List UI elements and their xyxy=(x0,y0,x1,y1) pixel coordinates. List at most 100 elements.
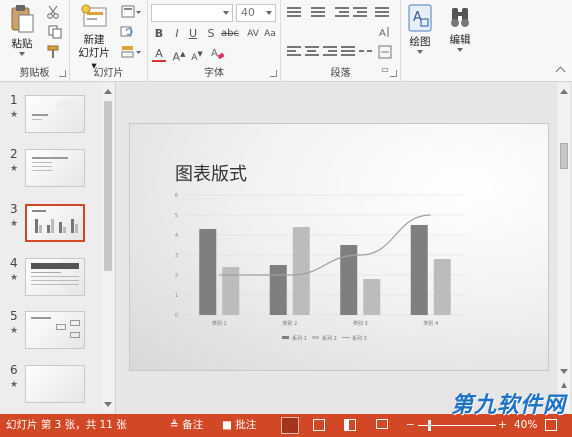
y-tick-label: 2 xyxy=(175,273,178,279)
char-spacing-button[interactable]: AV xyxy=(244,26,262,42)
scroll-down-icon[interactable] xyxy=(104,402,112,407)
comment-icon: ■ xyxy=(222,419,232,431)
slides-group-label: 幻灯片 xyxy=(93,68,124,79)
slide-canvas[interactable]: 图表版式 0 1 2 3 4 5 6 类别 1 类别 2 类别 3 类别 4 系列 1 系列 2 系列 3 xyxy=(129,123,549,371)
line-spacing-button[interactable] xyxy=(375,7,389,19)
normal-view-button[interactable] xyxy=(281,417,299,434)
font-group: 40 B I U S abc AV Aa A A▲ A▼ A 字体 xyxy=(148,0,281,82)
numbering-button[interactable] xyxy=(311,7,325,19)
font-color-button[interactable]: A xyxy=(152,46,166,62)
copy-icon xyxy=(48,25,62,39)
text-direction-button[interactable]: A xyxy=(377,25,393,41)
align-center-button[interactable] xyxy=(305,46,319,58)
svg-text:A: A xyxy=(379,28,386,39)
editing-group: 编辑 xyxy=(439,0,481,82)
slide-title[interactable]: 图表版式 xyxy=(175,160,247,186)
editing-button[interactable]: 编辑 xyxy=(443,4,477,52)
y-tick-label: 0 xyxy=(175,313,178,319)
increase-indent-button[interactable] xyxy=(353,7,367,19)
scissors-icon xyxy=(47,5,59,19)
scroll-up-icon[interactable] xyxy=(104,89,112,94)
drawing-button[interactable]: A 绘图 xyxy=(404,4,436,54)
bold-button[interactable]: B xyxy=(152,26,166,42)
new-slide-label-1: 新建 xyxy=(83,34,105,46)
change-case-button[interactable]: Aa xyxy=(262,26,278,42)
layout-icon xyxy=(121,5,141,18)
justify-button[interactable] xyxy=(341,46,355,58)
clear-formatting-button[interactable]: A xyxy=(210,46,226,62)
zoom-out-button[interactable]: − xyxy=(406,414,415,437)
drawing-group: A 绘图 xyxy=(401,0,439,82)
chart[interactable]: 0 1 2 3 4 5 6 类别 1 类别 2 类别 3 类别 4 系列 1 系列 2 系列 3 xyxy=(170,189,470,361)
scroll-thumb[interactable] xyxy=(104,101,112,271)
align-text-icon xyxy=(378,45,392,59)
comments-button[interactable]: ■ 批注 xyxy=(222,414,256,437)
previous-slide-icon[interactable]: ▲ xyxy=(558,381,570,391)
thumb-number: 3 xyxy=(10,202,18,216)
bullets-button[interactable] xyxy=(287,7,301,19)
bar-系列2-4 xyxy=(433,259,451,315)
thumbnail-scrollbar[interactable] xyxy=(102,83,114,413)
font-launcher-icon[interactable] xyxy=(270,70,277,77)
editing-label: 编辑 xyxy=(449,34,471,46)
reset-slide-button[interactable] xyxy=(118,25,136,41)
bar-系列1-2 xyxy=(269,265,287,315)
scroll-thumb[interactable] xyxy=(560,143,568,169)
new-slide-icon xyxy=(81,4,107,27)
shrink-font-button[interactable]: A▼ xyxy=(190,46,204,63)
new-slide-button[interactable]: 新建 幻灯片 ▾ xyxy=(74,4,114,73)
collapse-ribbon-icon[interactable] xyxy=(555,66,566,77)
font-size-select[interactable]: 40 xyxy=(236,4,276,22)
underline-button[interactable]: U xyxy=(186,26,200,42)
slide-count-label: 幻灯片 第 3 张，共 11 张 xyxy=(6,419,127,431)
bar-系列2-3 xyxy=(363,279,381,315)
fit-slide-button[interactable] xyxy=(545,419,557,431)
clipboard-launcher-icon[interactable] xyxy=(59,70,66,77)
slideshow-button[interactable] xyxy=(376,419,388,429)
thumb-number: 4 xyxy=(10,256,18,270)
zoom-slider[interactable] xyxy=(418,420,496,431)
format-painter-button[interactable] xyxy=(44,45,62,61)
legend-swatch xyxy=(312,336,319,339)
strikethrough-button[interactable]: abc xyxy=(220,26,240,42)
thumb-number: 2 xyxy=(10,147,18,161)
thumb-image[interactable] xyxy=(25,365,85,403)
reading-view-button[interactable] xyxy=(344,419,356,431)
slide-sorter-button[interactable] xyxy=(313,419,325,431)
align-right-button[interactable] xyxy=(323,46,337,58)
y-tick-label: 3 xyxy=(175,253,178,259)
thumb-image[interactable] xyxy=(25,258,85,296)
font-name-select[interactable] xyxy=(151,4,233,22)
animation-star-icon: ★ xyxy=(10,110,19,120)
thumb-number: 5 xyxy=(10,309,18,323)
font-group-label: 字体 xyxy=(204,68,224,79)
zoom-thumb[interactable] xyxy=(428,420,431,431)
legend-label: 系列 1 xyxy=(292,335,307,342)
shadow-button[interactable]: S xyxy=(204,26,218,42)
paste-button[interactable]: 粘贴 xyxy=(6,4,38,56)
paragraph-launcher-icon[interactable] xyxy=(390,70,397,77)
decrease-indent-button[interactable] xyxy=(335,7,349,19)
slide-thumbnail-panel: 1 ★ 2 ★ 3 ★ 4 ★ 5 ★ 6 ★ xyxy=(0,83,116,413)
align-text-button[interactable] xyxy=(377,45,393,61)
grow-font-button[interactable]: A▲ xyxy=(172,46,186,64)
paintbrush-icon xyxy=(47,45,59,58)
layout-button[interactable] xyxy=(118,5,144,21)
cut-button[interactable] xyxy=(44,5,62,21)
notes-button[interactable]: ≜ 备注 xyxy=(170,414,203,437)
section-button[interactable] xyxy=(118,45,144,61)
animation-star-icon: ★ xyxy=(10,380,19,390)
editor-scrollbar[interactable]: ▲ ▼ xyxy=(558,83,570,413)
thumb-image-selected[interactable] xyxy=(25,204,85,242)
columns-button[interactable] xyxy=(359,46,373,58)
thumb-image[interactable] xyxy=(25,149,85,187)
bar-系列2-1 xyxy=(222,267,240,315)
align-left-button[interactable] xyxy=(287,46,301,58)
scroll-down-icon[interactable] xyxy=(560,369,568,374)
scroll-up-icon[interactable] xyxy=(560,89,568,94)
thumb-image[interactable] xyxy=(25,95,85,133)
thumb-image[interactable] xyxy=(25,311,85,349)
copy-button[interactable] xyxy=(44,25,66,41)
legend-label: 系列 3 xyxy=(352,335,367,342)
italic-button[interactable]: I xyxy=(170,26,184,42)
